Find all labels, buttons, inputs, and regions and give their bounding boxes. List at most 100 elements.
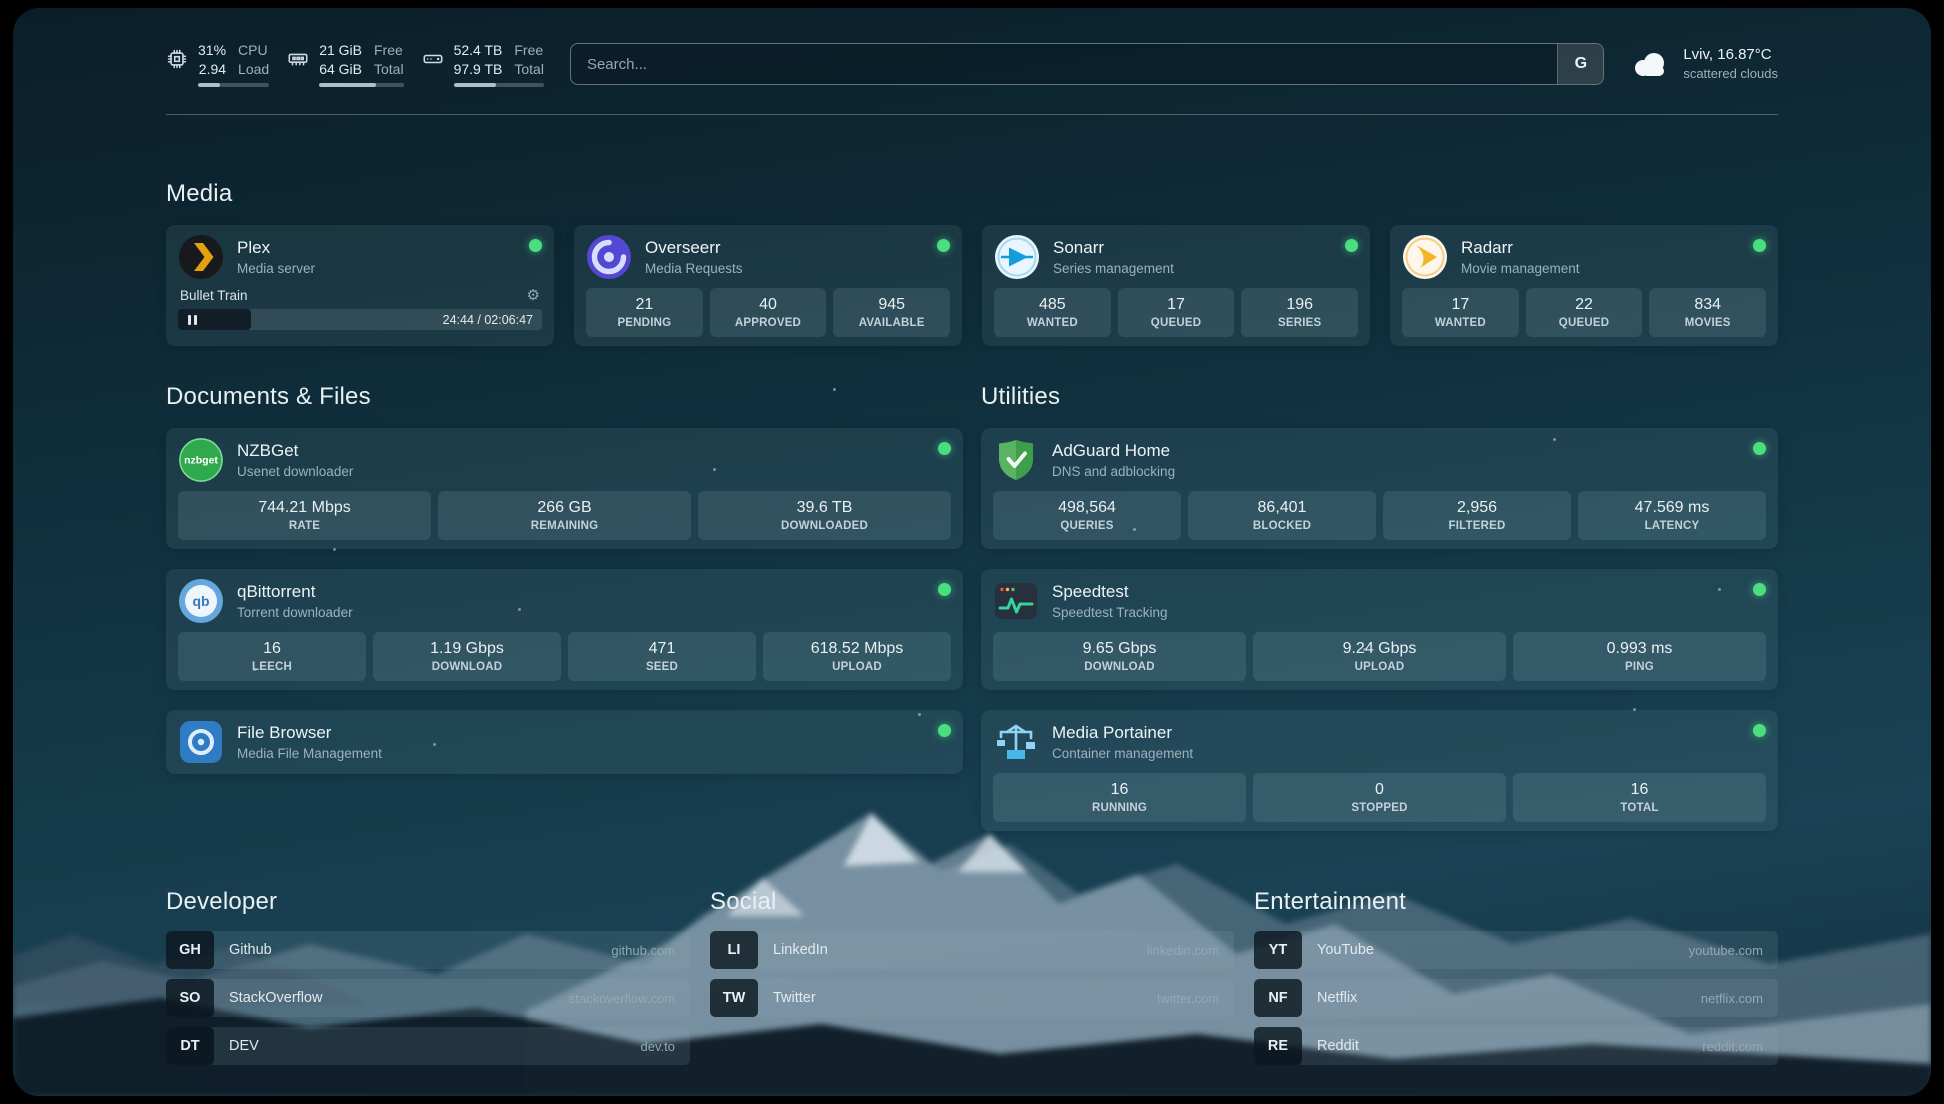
stat-latency: 47.569 ms LATENCY xyxy=(1578,491,1766,540)
cpu-load-value: 2.94 xyxy=(199,60,226,79)
stat-upload: 9.24 Gbps UPLOAD xyxy=(1253,632,1506,681)
disk-progress-track xyxy=(454,83,544,87)
status-dot xyxy=(1753,724,1766,737)
service-description: DNS and adblocking xyxy=(1052,464,1175,479)
plex-icon xyxy=(178,234,224,280)
plex-progress-bar[interactable]: 24:44 / 02:06:47 xyxy=(178,309,542,330)
bookmark-netflix[interactable]: NF Netflix netflix.com xyxy=(1254,979,1778,1017)
weather-condition: scattered clouds xyxy=(1683,65,1778,83)
service-name: Sonarr xyxy=(1053,238,1174,258)
memory-free-label: Free xyxy=(374,41,403,60)
bookmark-abbr: GH xyxy=(166,931,214,969)
memory-total-value: 64 GiB xyxy=(319,60,362,79)
bookmark-name: YouTube xyxy=(1317,942,1374,958)
cpu-icon xyxy=(166,48,188,70)
section-title-documents: Documents & Files xyxy=(166,382,963,412)
service-name: qBittorrent xyxy=(237,582,353,602)
stat-blocked: 86,401 BLOCKED xyxy=(1188,491,1376,540)
bookmark-name: StackOverflow xyxy=(229,990,322,1006)
bookmark-abbr: NF xyxy=(1254,979,1302,1017)
now-playing-time: 24:44 / 02:06:47 xyxy=(443,313,542,327)
service-card-qbittorrent[interactable]: qb qBittorrent Torrent downloader 16 xyxy=(166,569,963,690)
disk-free-label: Free xyxy=(514,41,543,60)
resource-cpu: 31% 2.94 CPU Load xyxy=(166,41,269,87)
service-card-sonarr[interactable]: Sonarr Series management 485 WANTED 17 Q… xyxy=(982,225,1370,346)
filebrowser-icon xyxy=(178,719,224,765)
status-dot xyxy=(529,239,542,252)
bookmark-domain: netflix.com xyxy=(1701,991,1763,1006)
status-dot xyxy=(938,442,951,455)
status-dot xyxy=(937,239,950,252)
bookmark-name: Reddit xyxy=(1317,1038,1359,1054)
service-card-adguard[interactable]: AdGuard Home DNS and adblocking 498,564 … xyxy=(981,428,1778,549)
service-name: File Browser xyxy=(237,723,382,743)
disk-icon xyxy=(422,48,444,70)
service-name: Overseerr xyxy=(645,238,743,258)
status-dot xyxy=(938,724,951,737)
gear-icon[interactable]: ⚙ xyxy=(527,288,540,303)
stat-leech: 16 LEECH xyxy=(178,632,366,681)
status-dot xyxy=(938,583,951,596)
weather-widget: Lviv, 16.87°C scattered clouds xyxy=(1630,45,1778,83)
service-description: Usenet downloader xyxy=(237,464,353,479)
bookmark-twitter[interactable]: TW Twitter twitter.com xyxy=(710,979,1234,1017)
section-title-developer: Developer xyxy=(166,887,690,917)
service-card-nzbget[interactable]: nzbget NZBGet Usenet downloader 744.21 M… xyxy=(166,428,963,549)
service-card-filebrowser[interactable]: File Browser Media File Management xyxy=(166,710,963,774)
service-card-overseerr[interactable]: Overseerr Media Requests 21 PENDING 40 A… xyxy=(574,225,962,346)
service-description: Torrent downloader xyxy=(237,605,353,620)
top-bar: 31% 2.94 CPU Load xyxy=(166,38,1778,90)
stat-remaining: 266 GB REMAINING xyxy=(438,491,691,540)
stat-queued: 17 QUEUED xyxy=(1118,288,1235,337)
service-description: Container management xyxy=(1052,746,1193,761)
search-bar: G xyxy=(570,43,1604,85)
cpu-load-label: Load xyxy=(238,60,269,79)
pause-icon[interactable] xyxy=(188,315,197,325)
search-input[interactable] xyxy=(571,44,1557,84)
service-description: Movie management xyxy=(1461,261,1580,276)
stat-download: 9.65 Gbps DOWNLOAD xyxy=(993,632,1246,681)
bookmark-stackoverflow[interactable]: SO StackOverflow stackoverflow.com xyxy=(166,979,690,1017)
bookmark-name: LinkedIn xyxy=(773,942,828,958)
stat-total: 16 TOTAL xyxy=(1513,773,1766,822)
bookmark-reddit[interactable]: RE Reddit reddit.com xyxy=(1254,1027,1778,1065)
service-description: Speedtest Tracking xyxy=(1052,605,1168,620)
section-title-utilities: Utilities xyxy=(981,382,1778,412)
bookmark-name: Netflix xyxy=(1317,990,1357,1006)
memory-total-label: Total xyxy=(374,60,404,79)
bookmark-group-developer: Developer GH Github github.com SO StackO… xyxy=(166,887,690,1065)
disk-progress-fill xyxy=(454,83,496,87)
radarr-icon xyxy=(1402,234,1448,280)
stat-series: 196 SERIES xyxy=(1241,288,1358,337)
status-dot xyxy=(1753,239,1766,252)
bookmark-abbr: RE xyxy=(1254,1027,1302,1065)
service-name: Radarr xyxy=(1461,238,1580,258)
stat-download: 1.19 Gbps DOWNLOAD xyxy=(373,632,561,681)
resource-disk: 52.4 TB 97.9 TB Free Total xyxy=(422,41,544,87)
search-provider-button[interactable]: G xyxy=(1557,44,1603,84)
bookmark-github[interactable]: GH Github github.com xyxy=(166,931,690,969)
plex-now-playing: Bullet Train ⚙ 24:44 / 02:06:47 xyxy=(178,286,542,330)
topbar-divider xyxy=(166,114,1778,115)
nzbget-icon: nzbget xyxy=(178,437,224,483)
bookmark-domain: stackoverflow.com xyxy=(569,991,675,1006)
service-card-speedtest[interactable]: Speedtest Speedtest Tracking 9.65 Gbps D… xyxy=(981,569,1778,690)
disk-total-label: Total xyxy=(514,60,544,79)
stat-available: 945 AVAILABLE xyxy=(833,288,950,337)
service-card-radarr[interactable]: Radarr Movie management 17 WANTED 22 QUE… xyxy=(1390,225,1778,346)
service-description: Media File Management xyxy=(237,746,382,761)
bookmark-name: Twitter xyxy=(773,990,816,1006)
service-card-plex[interactable]: Plex Media server Bullet Train ⚙ xyxy=(166,225,554,346)
stat-movies: 834 MOVIES xyxy=(1649,288,1766,337)
service-card-portainer[interactable]: Media Portainer Container management 16 … xyxy=(981,710,1778,831)
stat-wanted: 17 WANTED xyxy=(1402,288,1519,337)
bookmark-youtube[interactable]: YT YouTube youtube.com xyxy=(1254,931,1778,969)
bookmark-name: Github xyxy=(229,942,272,958)
section-title-entertainment: Entertainment xyxy=(1254,887,1778,917)
bookmark-linkedin[interactable]: LI LinkedIn linkedin.com xyxy=(710,931,1234,969)
overseerr-icon xyxy=(586,234,632,280)
service-name: Media Portainer xyxy=(1052,723,1193,743)
service-description: Series management xyxy=(1053,261,1174,276)
bookmark-dev[interactable]: DT DEV dev.to xyxy=(166,1027,690,1065)
section-documents: Documents & Files nzbget NZBGet Usenet d… xyxy=(166,382,963,774)
